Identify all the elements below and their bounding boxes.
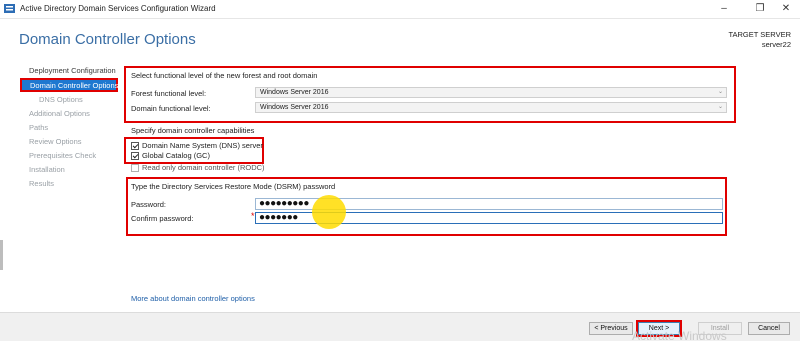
nav-additional-options: Additional Options — [29, 109, 90, 118]
password-value: ●●●●●●●●● — [259, 198, 309, 209]
confirm-password-label: Confirm password: — [131, 214, 194, 223]
capabilities-heading: Specify domain controller capabilities — [131, 126, 255, 135]
global-catalog-label: Global Catalog (GC) — [142, 151, 210, 160]
dns-server-checkbox[interactable] — [131, 142, 139, 150]
forest-level-dropdown[interactable]: Windows Server 2016 ⌄ — [255, 87, 727, 98]
target-server: TARGET SERVER server22 — [728, 30, 791, 50]
nav-results: Results — [29, 179, 55, 188]
server-manager-icon — [4, 4, 15, 13]
target-server-label: TARGET SERVER — [728, 30, 791, 39]
dsrm-heading: Type the Directory Services Restore Mode… — [131, 182, 336, 191]
activate-windows-watermark: Activate Windows — [632, 329, 727, 343]
page-title: Domain Controller Options — [19, 31, 196, 48]
forest-level-value: Windows Server 2016 — [260, 89, 329, 96]
nav-review-options: Review Options — [29, 137, 82, 146]
title-bar: Active Directory Domain Services Configu… — [0, 0, 800, 19]
nav-installation: Installation — [29, 165, 65, 174]
close-button[interactable]: ✕ — [772, 2, 800, 16]
forest-level-label: Forest functional level: — [131, 89, 207, 98]
target-server-name: server22 — [761, 40, 791, 49]
dns-server-label: Domain Name System (DNS) server — [142, 141, 263, 150]
nav-prerequisites-check: Prerequisites Check — [29, 151, 97, 160]
functional-level-heading: Select functional level of the new fores… — [131, 71, 318, 80]
confirm-password-value: ●●●●●●● — [259, 212, 298, 223]
password-label: Password: — [131, 200, 167, 209]
previous-button[interactable]: < Previous — [589, 322, 633, 335]
rodc-label: Read only domain controller (RODC) — [142, 163, 265, 172]
rodc-checkbox[interactable] — [131, 164, 139, 172]
domain-level-label: Domain functional level: — [131, 104, 211, 113]
window-title: Active Directory Domain Services Configu… — [20, 4, 216, 13]
chevron-down-icon: ⌄ — [717, 104, 723, 110]
domain-level-dropdown[interactable]: Windows Server 2016 ⌄ — [255, 102, 727, 113]
nav-deployment-configuration[interactable]: Deployment Configuration — [29, 66, 116, 75]
minimize-button[interactable]: – — [710, 2, 738, 16]
nav-paths: Paths — [29, 123, 49, 132]
window-edge — [0, 240, 3, 270]
required-marker: * — [251, 211, 255, 221]
cursor-highlight — [312, 195, 346, 229]
chevron-down-icon: ⌄ — [717, 89, 723, 95]
cancel-button[interactable]: Cancel — [748, 322, 790, 335]
restore-button[interactable]: ❐ — [746, 2, 774, 16]
more-options-link[interactable]: More about domain controller options — [131, 294, 255, 303]
global-catalog-checkbox[interactable] — [131, 152, 139, 160]
nav-item-label: Domain Controller Options — [30, 81, 119, 90]
nav-domain-controller-options[interactable]: Domain Controller Options — [20, 78, 118, 92]
nav-dns-options: DNS Options — [39, 95, 83, 104]
domain-level-value: Windows Server 2016 — [260, 104, 329, 111]
